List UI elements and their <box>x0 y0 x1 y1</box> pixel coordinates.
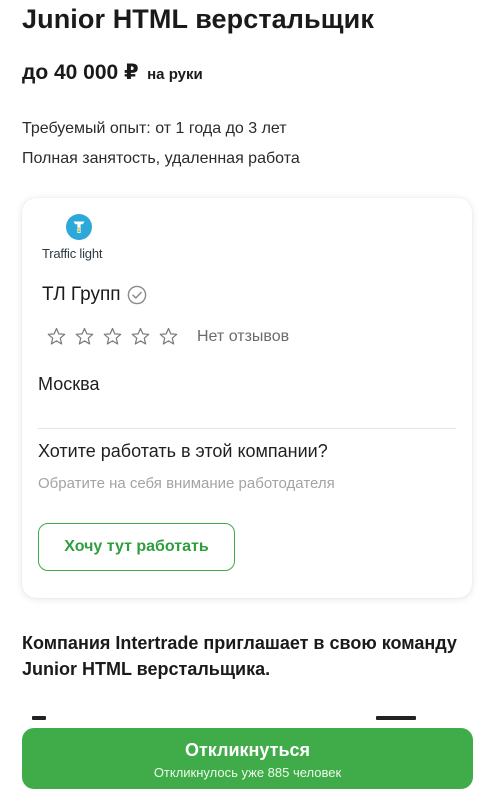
rating-stars <box>46 326 179 347</box>
star-outline-icon <box>47 327 66 345</box>
star-outline-icon <box>131 327 150 345</box>
logo-wordmark: Traffic light <box>42 246 103 261</box>
card-divider <box>38 428 456 429</box>
job-title: Junior HTML верстальщик <box>22 4 374 34</box>
company-logo[interactable]: Traffic light <box>42 214 122 266</box>
respond-button-label: Откликнуться <box>184 739 311 760</box>
company-name-row[interactable]: ТЛ Групп <box>42 284 147 306</box>
description-intro: Компания Intertrade приглашает в свою ко… <box>22 633 457 679</box>
want-to-work-subtitle: Обратите на себя внимание работодателя <box>38 475 335 492</box>
want-to-work-title: Хотите работать в этой компании? <box>38 441 328 461</box>
employment-type: Полная занятость, удаленная работа <box>22 150 300 167</box>
star-outline-icon <box>159 327 178 345</box>
salary-amount: до 40 000 ₽ <box>22 61 139 84</box>
company-name[interactable]: ТЛ Групп <box>42 284 121 306</box>
traffic-light-logo-icon <box>66 214 92 240</box>
company-rating[interactable]: Нет отзывов <box>46 326 289 347</box>
company-city: Москва <box>38 374 100 394</box>
company-card: Traffic light ТЛ Групп Нет отзывов Москв… <box>22 198 472 598</box>
required-experience: Требуемый опыт: от 1 года до 3 лет <box>22 120 287 137</box>
reviews-count: Нет отзывов <box>197 327 290 345</box>
check-circle-icon <box>127 285 146 305</box>
clipped-description-line <box>22 710 462 724</box>
respond-count-label: Откликнулось уже 885 человек <box>153 764 342 780</box>
want-to-work-button[interactable]: Хочу тут работать <box>38 523 235 571</box>
star-outline-icon <box>103 327 122 345</box>
salary-note: на руки <box>147 66 203 83</box>
star-outline-icon <box>75 327 94 345</box>
respond-button[interactable]: Откликнуться Откликнулось уже 885 челове… <box>22 728 473 789</box>
vacancy-page: Junior HTML верстальщик до 40 000 ₽ на р… <box>0 0 485 800</box>
salary: до 40 000 ₽ на руки <box>22 60 203 85</box>
